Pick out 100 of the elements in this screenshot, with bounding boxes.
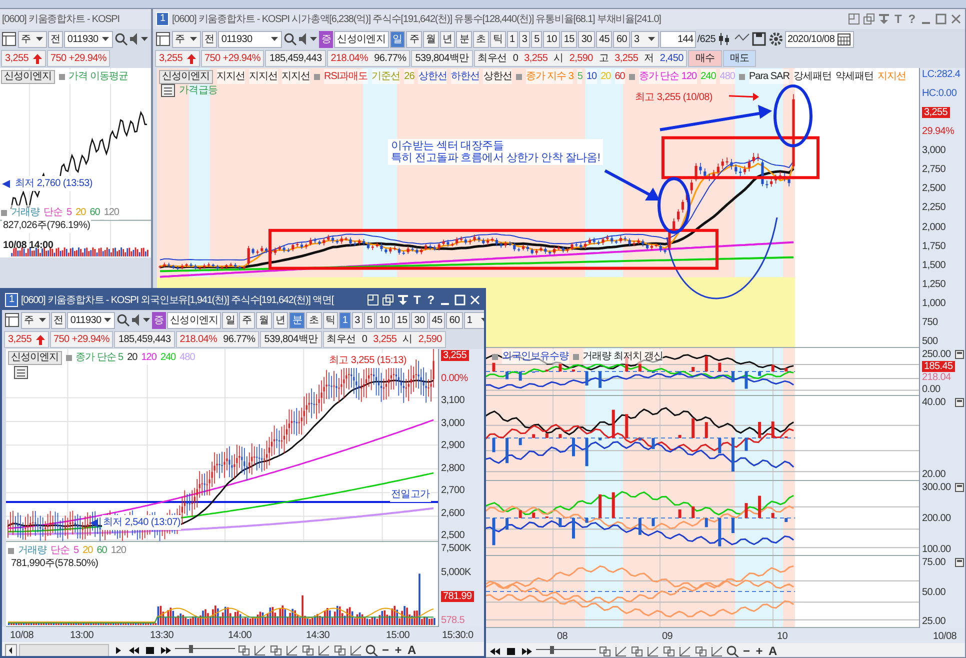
interval-tab[interactable]: 45 (596, 30, 612, 48)
window-layout-icon[interactable] (1, 31, 17, 47)
toolbar-button[interactable]: + (392, 643, 404, 656)
interval-tab[interactable]: 10 (543, 30, 560, 48)
copy-icon[interactable] (862, 13, 875, 25)
series-button[interactable]: 신성이엔지 (1, 70, 54, 84)
chart-tool-icon[interactable] (301, 644, 315, 656)
title-button[interactable]: ? (906, 12, 917, 26)
caret-icon[interactable] (309, 35, 318, 43)
chart-tool-icon[interactable] (646, 644, 660, 657)
interval-tab[interactable]: 3 (352, 312, 363, 328)
save-icon[interactable] (750, 31, 767, 47)
period-tab[interactable]: 주 (239, 312, 255, 328)
period-tab[interactable]: 월 (423, 30, 439, 48)
period-tab[interactable]: 년 (272, 312, 288, 328)
grid-icon[interactable] (161, 84, 175, 97)
chart-tool-icon[interactable] (269, 644, 283, 656)
sell-button[interactable]: 매도 (722, 50, 756, 67)
chart-tool-icon[interactable] (237, 644, 251, 656)
stock-code-field[interactable]: 011930 (64, 30, 113, 48)
stock-name-field[interactable]: 신성이엔지 (334, 30, 389, 48)
window-layout-icon[interactable] (155, 31, 171, 47)
slider-thumb[interactable] (189, 644, 194, 652)
window-layout-icon[interactable] (4, 312, 20, 328)
series-button[interactable]: 신성이엔지 (8, 350, 62, 364)
title-button[interactable]: ? (425, 293, 436, 307)
caret-icon[interactable] (142, 316, 152, 324)
interval-tab[interactable]: 60 (613, 30, 630, 48)
chart-tool-icon[interactable] (317, 644, 331, 656)
caret-icon[interactable] (647, 35, 656, 43)
panel-options-icon[interactable] (955, 558, 964, 567)
period-tab[interactable]: 틱 (322, 312, 338, 328)
buy-button[interactable]: 매수 (688, 50, 722, 67)
settings-icon[interactable] (768, 31, 784, 47)
panel-options-icon[interactable] (955, 483, 964, 492)
caret-icon[interactable] (34, 35, 44, 43)
title-button[interactable]: T (412, 293, 422, 307)
search-icon[interactable] (283, 32, 298, 46)
chart-tool-icon[interactable] (678, 644, 692, 657)
chart-tool-icon[interactable] (349, 644, 363, 656)
date-field[interactable]: 2020/10/08 (784, 30, 854, 48)
close-icon[interactable] (950, 13, 962, 25)
grid-icon[interactable] (14, 366, 28, 379)
chart-tool-icon[interactable] (694, 644, 708, 657)
interval-tab[interactable]: 60 (446, 312, 463, 328)
period-tab[interactable]: 일 (222, 312, 238, 328)
period-tab[interactable]: 년 (440, 30, 456, 48)
chart-tool-icon[interactable] (614, 644, 628, 657)
toolbar-button[interactable]: + (754, 644, 764, 657)
interval-tab[interactable]: 1 (339, 312, 351, 328)
toolbar-button[interactable]: A (766, 644, 779, 657)
interval-tab[interactable]: 1 (506, 30, 518, 48)
toolbar-button[interactable]: − (380, 643, 391, 656)
speaker-icon[interactable] (129, 32, 139, 46)
chart-tool-icon[interactable] (253, 644, 267, 656)
interval-tab[interactable]: 45 (428, 312, 446, 328)
mode-button[interactable]: 전 (48, 30, 64, 48)
period-tab[interactable]: 초 (306, 312, 322, 328)
stock-name-field[interactable]: 신성이엔지 (166, 312, 222, 328)
interval-tab[interactable]: 30 (578, 30, 595, 48)
stock-code-field[interactable]: 011930 (218, 30, 282, 48)
interval-tab[interactable]: 30 (411, 312, 428, 328)
interval-tab[interactable]: 15 (560, 30, 578, 48)
bar-count-field[interactable]: 144 (660, 30, 696, 48)
stock-code-field[interactable]: 011930 (67, 312, 116, 328)
zoom-slider[interactable] (536, 644, 596, 657)
caret-icon[interactable] (38, 316, 47, 324)
mode-button[interactable]: 전 (50, 312, 66, 328)
caret-icon[interactable] (188, 35, 198, 43)
panel-options-icon[interactable] (955, 398, 964, 407)
search-icon[interactable] (726, 644, 739, 657)
interval-tab[interactable]: 5 (364, 312, 376, 328)
mode-button[interactable]: 전 (202, 30, 218, 48)
slider-thumb[interactable] (550, 646, 554, 654)
search-icon[interactable] (114, 32, 128, 46)
count-dropdown[interactable]: 3 (631, 30, 660, 48)
period-tab[interactable]: 주 (406, 30, 422, 48)
chart-tool-icon[interactable] (662, 644, 676, 657)
search-icon[interactable] (365, 644, 378, 656)
chart-tool-icon[interactable] (598, 644, 612, 657)
caret-icon[interactable] (101, 35, 110, 43)
period-tab[interactable]: 일 (390, 30, 406, 48)
period-tab[interactable]: 초 (473, 30, 489, 48)
interval-tab[interactable]: 5 (531, 30, 542, 48)
caret-icon[interactable] (270, 35, 280, 43)
copy-icon[interactable] (382, 294, 394, 306)
panel-options-icon[interactable] (955, 350, 964, 359)
caret-icon[interactable] (140, 35, 149, 43)
toolbar-button[interactable]: − (741, 644, 752, 657)
chart-tool-icon[interactable] (285, 644, 299, 656)
period-tab[interactable]: 월 (256, 312, 272, 328)
period-dropdown[interactable]: 주 (18, 30, 47, 48)
period-tab[interactable]: 분 (289, 312, 305, 328)
period-tab[interactable]: 틱 (490, 30, 506, 48)
interval-tab[interactable]: 10 (376, 312, 393, 328)
chart-tool-icon[interactable] (333, 644, 347, 656)
search-icon[interactable] (116, 313, 130, 327)
period-tab[interactable]: 분 (456, 30, 472, 48)
interval-tab[interactable]: 3 (518, 30, 530, 48)
pin-icon[interactable] (396, 294, 409, 306)
